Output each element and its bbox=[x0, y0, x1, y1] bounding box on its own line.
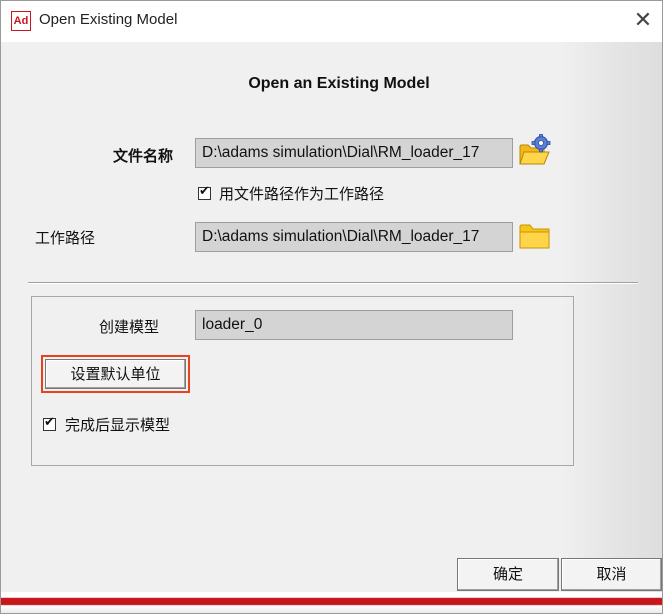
window-title: Open Existing Model bbox=[39, 11, 178, 28]
show-model-label: 完成后显示模型 bbox=[65, 416, 171, 434]
use-file-path-label: 用文件路径作为工作路径 bbox=[219, 185, 385, 203]
use-file-path-checkbox[interactable]: ✔ bbox=[198, 184, 211, 200]
folder-gear-icon[interactable] bbox=[518, 134, 552, 168]
set-default-units-button[interactable]: 设置默认单位 bbox=[45, 359, 186, 389]
separator bbox=[28, 282, 638, 284]
bottom-accent-stripe bbox=[1, 592, 662, 613]
file-name-label: 文件名称 bbox=[113, 147, 174, 165]
background-decoration bbox=[561, 42, 662, 592]
checkmark-icon: ✔ bbox=[199, 184, 210, 199]
checkmark-icon: ✔ bbox=[44, 415, 55, 430]
ok-button[interactable]: 确定 bbox=[457, 558, 559, 591]
show-model-checkbox[interactable]: ✔ bbox=[43, 415, 56, 431]
title-bar[interactable]: Ad Open Existing Model ✕ bbox=[1, 1, 662, 42]
open-existing-model-dialog: Ad Open Existing Model ✕ Open an Existin… bbox=[0, 0, 663, 614]
adams-app-icon: Ad bbox=[11, 11, 31, 31]
close-icon[interactable]: ✕ bbox=[631, 9, 655, 33]
folder-icon[interactable] bbox=[518, 220, 552, 252]
cancel-button[interactable]: 取消 bbox=[561, 558, 662, 591]
create-model-field[interactable]: loader_0 bbox=[195, 310, 513, 340]
create-model-label: 创建模型 bbox=[99, 318, 160, 336]
working-dir-field[interactable]: D:\adams simulation\Dial\RM_loader_17 bbox=[195, 222, 513, 252]
dialog-heading: Open an Existing Model bbox=[248, 75, 430, 92]
file-name-field[interactable]: D:\adams simulation\Dial\RM_loader_17 bbox=[195, 138, 513, 168]
working-dir-label: 工作路径 bbox=[35, 229, 96, 247]
dialog-content: Open an Existing Model 文件名称 D:\adams sim… bbox=[1, 42, 662, 592]
